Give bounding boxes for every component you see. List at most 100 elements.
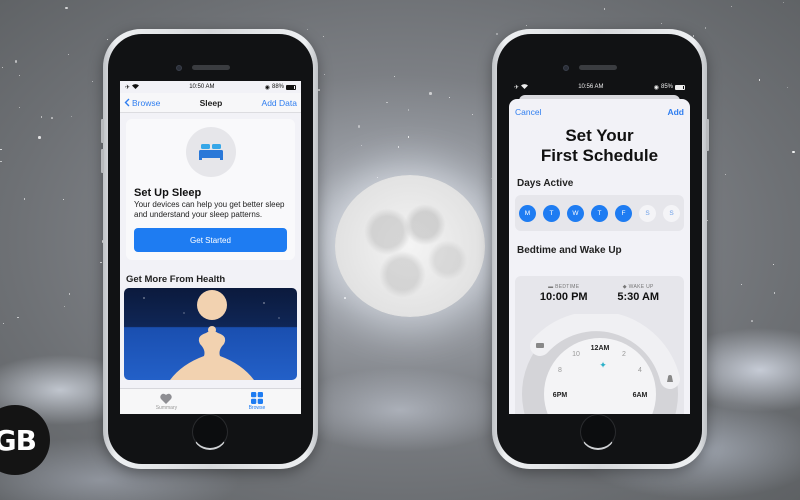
cancel-button[interactable]: Cancel bbox=[515, 107, 541, 117]
meditation-illustration bbox=[143, 290, 280, 380]
left-iphone: ✈ 10:50 AM ◉ 88% Browse Sleep Add Data S… bbox=[101, 29, 318, 469]
star bbox=[107, 39, 109, 41]
phone-bezel: ✈ 10:56 AM ◉ 85% Cancel Add Set Your Fir… bbox=[497, 34, 702, 464]
add-data-button[interactable]: Add Data bbox=[262, 98, 297, 108]
star bbox=[322, 35, 325, 38]
star bbox=[758, 79, 761, 81]
star bbox=[38, 136, 41, 139]
star bbox=[449, 97, 451, 99]
star bbox=[472, 113, 474, 115]
star bbox=[772, 263, 775, 266]
add-button[interactable]: Add bbox=[667, 107, 684, 117]
star bbox=[357, 125, 361, 128]
star bbox=[68, 293, 71, 295]
star bbox=[344, 297, 346, 299]
status-bar: ✈ 10:50 AM ◉ 88% bbox=[120, 81, 301, 93]
front-camera bbox=[563, 65, 569, 71]
star bbox=[68, 53, 70, 55]
earpiece-speaker bbox=[192, 65, 230, 70]
star bbox=[741, 283, 743, 285]
tab-browse[interactable]: Browse bbox=[249, 392, 265, 411]
dial-label-4-right: 4 bbox=[638, 367, 642, 374]
star bbox=[730, 6, 732, 8]
star bbox=[407, 109, 410, 111]
page-title: Sleep bbox=[199, 97, 223, 108]
star bbox=[792, 150, 795, 154]
earpiece-speaker bbox=[579, 65, 617, 70]
star bbox=[386, 101, 388, 104]
star bbox=[407, 136, 410, 138]
heart-icon bbox=[160, 393, 173, 404]
day-toggle[interactable]: T bbox=[543, 204, 560, 222]
day-toggle[interactable]: T bbox=[591, 204, 608, 222]
day-toggle[interactable]: S bbox=[639, 204, 656, 222]
bedtime-value: 10:00 PM bbox=[539, 291, 588, 303]
wakeup-handle[interactable] bbox=[661, 371, 678, 387]
health-sleep-screen: ✈ 10:50 AM ◉ 88% Browse Sleep Add Data S… bbox=[120, 81, 301, 414]
tab-bar: Summary Browse bbox=[120, 388, 301, 414]
grid-icon bbox=[250, 392, 263, 404]
day-toggle[interactable]: S bbox=[663, 204, 680, 222]
chevron-left-icon bbox=[124, 98, 130, 107]
star bbox=[724, 174, 726, 176]
star bbox=[360, 144, 362, 146]
orientation-lock-icon: ◉ bbox=[653, 84, 659, 91]
tab-summary[interactable]: Summary bbox=[156, 393, 177, 411]
sleep-schedule-clock: ▬ BEDTIME 10:00 PM ◆ WAKE UP 5:30 AM 12A… bbox=[515, 276, 684, 414]
clock-dial[interactable]: 12AM 2 10 4 8 6AM 6PM 8 4 ✦ bbox=[520, 311, 680, 414]
airplane-icon: ✈ bbox=[514, 84, 520, 91]
battery-icon bbox=[286, 84, 296, 90]
back-button[interactable]: Browse bbox=[124, 98, 160, 108]
star bbox=[393, 75, 395, 77]
home-button[interactable] bbox=[580, 414, 616, 450]
star bbox=[62, 198, 64, 200]
star bbox=[773, 292, 776, 294]
day-toggle[interactable]: W bbox=[567, 204, 584, 222]
moon-image bbox=[335, 175, 485, 317]
day-toggle[interactable]: M bbox=[519, 204, 536, 222]
get-started-button[interactable]: Get Started bbox=[134, 228, 287, 252]
wakeup-readout: ◆ WAKE UP 5:30 AM bbox=[617, 284, 660, 303]
star bbox=[2, 67, 4, 69]
battery-percent: 88% bbox=[271, 84, 284, 90]
home-button[interactable] bbox=[192, 414, 228, 450]
star bbox=[318, 89, 320, 91]
bed-icon bbox=[198, 144, 223, 160]
day-toggle[interactable]: F bbox=[615, 204, 632, 222]
star bbox=[495, 32, 499, 36]
days-active-title: Days Active bbox=[517, 178, 574, 189]
star bbox=[18, 74, 21, 77]
star bbox=[525, 25, 527, 27]
volume-button bbox=[101, 149, 104, 173]
battery-icon bbox=[675, 84, 685, 90]
star bbox=[14, 60, 18, 63]
dial-label-10: 10 bbox=[572, 351, 580, 358]
card-description: Your devices can help you get better sle… bbox=[134, 200, 285, 219]
star bbox=[660, 22, 663, 25]
status-time: 10:56 AM bbox=[578, 84, 604, 90]
volume-button bbox=[101, 119, 104, 143]
star bbox=[786, 87, 788, 89]
bed-icon: ▬ bbox=[548, 284, 556, 290]
section-title: Get More From Health bbox=[126, 274, 226, 285]
bedtime-handle[interactable] bbox=[531, 338, 548, 354]
sparkle-icon: ✦ bbox=[599, 360, 607, 370]
star bbox=[0, 148, 2, 151]
sheet-navigation: Cancel Add bbox=[509, 99, 690, 117]
star bbox=[323, 73, 326, 76]
star bbox=[92, 80, 94, 82]
star bbox=[65, 6, 68, 10]
star bbox=[71, 116, 73, 118]
setup-sleep-card: Set Up Sleep Your devices can help you g… bbox=[126, 119, 295, 260]
star bbox=[100, 261, 102, 264]
bedtime-readout: ▬ BEDTIME 10:00 PM bbox=[539, 284, 588, 303]
star bbox=[783, 1, 785, 3]
bed-icon-circle bbox=[185, 127, 236, 177]
sheet-title: Set Your First Schedule bbox=[540, 126, 659, 165]
wifi-icon bbox=[521, 83, 529, 91]
star bbox=[40, 116, 43, 118]
star bbox=[23, 198, 26, 200]
battery-percent: 85% bbox=[660, 84, 673, 90]
airplane-icon: ✈ bbox=[125, 84, 131, 91]
promo-illustration[interactable] bbox=[124, 288, 297, 380]
